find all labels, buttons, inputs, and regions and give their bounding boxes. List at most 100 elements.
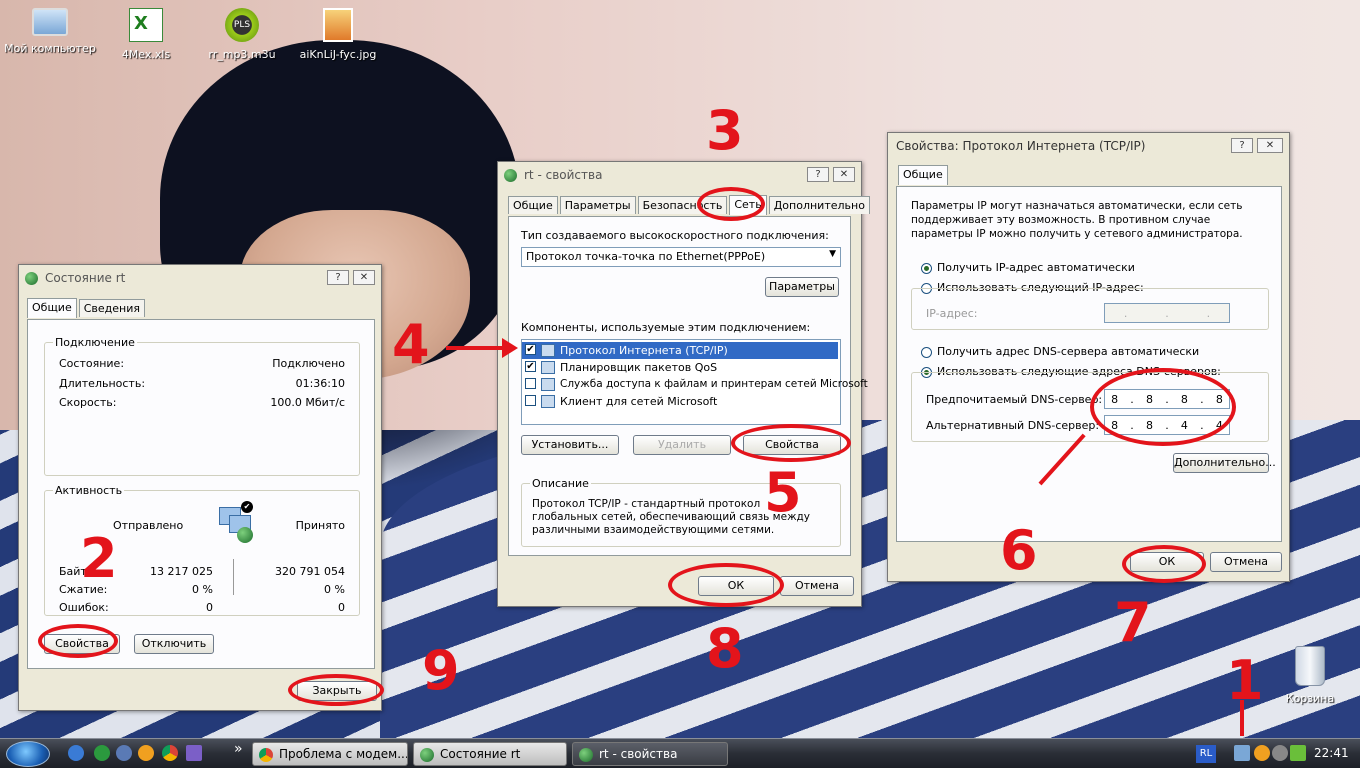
annotation-number-5: 5 xyxy=(764,461,802,524)
annotation-number-9: 9 xyxy=(422,639,460,702)
tab-details[interactable]: Сведения xyxy=(78,299,145,317)
quicklaunch-chrome-icon[interactable] xyxy=(162,745,178,761)
component-checkbox[interactable] xyxy=(525,378,536,389)
desktop-icon-label: aiKnLiJ-fyc.jpg xyxy=(299,48,377,61)
status-window-titlebar[interactable]: Состояние rt ? ✕ xyxy=(19,265,381,291)
bytes-received: 320 791 054 xyxy=(275,565,345,578)
status-panel: Подключение Состояние: Подключено Длител… xyxy=(27,319,375,669)
quicklaunch-vs-icon[interactable] xyxy=(186,745,202,761)
dns-auto-radio[interactable] xyxy=(921,347,932,358)
network-tray-icon[interactable] xyxy=(1234,745,1250,761)
cancel-button[interactable]: Отмена xyxy=(1210,552,1282,572)
taskbar-item-browser[interactable]: Проблема с модем... xyxy=(252,742,408,766)
tab-general[interactable]: Общие xyxy=(898,165,948,185)
help-button[interactable]: ? xyxy=(1231,138,1253,153)
help-button[interactable]: ? xyxy=(327,270,349,285)
ip-address-input[interactable]: ... xyxy=(1104,303,1230,323)
tray-app-icon[interactable] xyxy=(1272,745,1288,761)
network-globe-icon xyxy=(25,272,38,285)
tcpip-info-text: Параметры IP могут назначаться автоматич… xyxy=(911,200,1243,240)
tcpip-window-titlebar[interactable]: Свойства: Протокол Интернета (TCP/IP) ? … xyxy=(888,133,1289,159)
bytes-sent: 13 217 025 xyxy=(150,565,213,578)
tab-advanced[interactable]: Дополнительно xyxy=(768,196,870,214)
desktop-icon-recycle-bin[interactable]: Корзина xyxy=(1260,646,1360,705)
language-indicator[interactable]: RL xyxy=(1196,745,1216,763)
dropdown-arrow-icon: ▼ xyxy=(829,249,836,259)
component-checkbox[interactable]: ✔ xyxy=(525,344,536,355)
list-item[interactable]: Служба доступа к файлам и принтерам сете… xyxy=(522,376,868,393)
close-icon[interactable]: ✕ xyxy=(353,270,375,285)
disconnect-button[interactable]: Отключить xyxy=(134,634,214,654)
clock[interactable]: 22:41 xyxy=(1314,746,1349,760)
desktop-icon-xls[interactable]: X 4Mex.xls xyxy=(96,8,196,61)
status-value: Подключено xyxy=(272,357,345,370)
quicklaunch-avast-icon[interactable] xyxy=(138,745,154,761)
annotation-circle-status-props xyxy=(38,624,118,658)
quicklaunch-app-icon[interactable] xyxy=(116,745,132,761)
help-button[interactable]: ? xyxy=(807,167,829,182)
annotation-circle-tcp-ok xyxy=(1122,545,1206,583)
annotation-circle-network-tab xyxy=(697,187,765,221)
quicklaunch-utorrent-icon[interactable] xyxy=(94,745,110,761)
advanced-button[interactable]: Дополнительно... xyxy=(1173,453,1276,473)
network-globe-icon xyxy=(420,748,434,762)
components-list: ✔ Протокол Интернета (TCP/IP) ✔ Планиров… xyxy=(521,339,868,425)
ip-auto-radio[interactable] xyxy=(921,263,932,274)
connection-type-select[interactable]: Протокол точка-точка по Ethernet(PPPoE) … xyxy=(521,247,841,267)
annotation-number-7: 7 xyxy=(1114,591,1152,654)
component-checkbox[interactable]: ✔ xyxy=(525,361,536,372)
nvidia-tray-icon[interactable] xyxy=(1290,745,1306,761)
tab-general[interactable]: Общие xyxy=(27,298,77,318)
network-globe-icon xyxy=(579,748,593,762)
taskbar-item-status[interactable]: Состояние rt xyxy=(413,742,567,766)
tab-options[interactable]: Параметры xyxy=(559,196,636,214)
window-title: Состояние rt xyxy=(45,271,126,285)
taskbar: » Проблема с модем... Состояние rt rt - … xyxy=(0,738,1360,768)
taskbar-item-properties[interactable]: rt - свойства xyxy=(572,742,728,766)
start-button[interactable] xyxy=(6,741,50,767)
duration-value: 01:36:10 xyxy=(295,377,345,390)
excel-file-icon: X xyxy=(129,8,163,42)
quicklaunch-more-icon[interactable]: » xyxy=(234,741,243,757)
desktop-icon-label: rr_mp3.m3u xyxy=(208,48,276,61)
props-window-titlebar[interactable]: rt - свойства ? ✕ xyxy=(498,162,861,188)
desktop-icon-m3u[interactable]: PLS rr_mp3.m3u xyxy=(192,8,292,61)
avast-tray-icon[interactable] xyxy=(1254,745,1270,761)
install-button[interactable]: Установить... xyxy=(521,435,619,455)
annotation-number-6: 6 xyxy=(1000,519,1038,582)
remove-button[interactable]: Удалить xyxy=(633,435,731,455)
network-globe-icon xyxy=(504,169,517,182)
list-item[interactable]: ✔ Протокол Интернета (TCP/IP) xyxy=(522,342,838,359)
ip-address-group: IP-адрес: ... xyxy=(911,288,1269,330)
list-item[interactable]: ✔ Планировщик пакетов QoS xyxy=(522,359,838,376)
quicklaunch-ie-icon[interactable] xyxy=(68,745,84,761)
recycle-bin-icon xyxy=(1295,646,1325,686)
network-component-icon xyxy=(541,361,555,374)
close-icon[interactable]: ✕ xyxy=(1257,138,1283,153)
chrome-icon xyxy=(259,748,273,762)
network-component-icon xyxy=(541,378,555,391)
desktop-icon-label: Корзина xyxy=(1285,692,1335,705)
component-checkbox[interactable] xyxy=(525,395,536,406)
desktop-icon-label: 4Mex.xls xyxy=(121,48,171,61)
tcpip-properties-window: Свойства: Протокол Интернета (TCP/IP) ? … xyxy=(887,132,1290,582)
annotation-number-1: 1 xyxy=(1226,649,1264,712)
annotation-circle-ok xyxy=(668,563,784,607)
annotation-circle-properties xyxy=(731,424,851,462)
annotation-circle-dns xyxy=(1090,368,1236,446)
annotation-number-2: 2 xyxy=(80,527,118,590)
window-title: Свойства: Протокол Интернета (TCP/IP) xyxy=(896,139,1146,153)
desktop-icon-jpg[interactable]: aiKnLiJ-fyc.jpg xyxy=(288,8,388,61)
desktop-icon-my-computer[interactable]: Мой компьютер xyxy=(0,8,100,55)
playlist-file-icon: PLS xyxy=(225,8,259,42)
close-icon[interactable]: ✕ xyxy=(833,167,855,182)
network-component-icon xyxy=(541,395,555,408)
list-item[interactable]: Клиент для сетей Microsoft xyxy=(522,393,838,410)
network-activity-icon: ✔ xyxy=(215,501,259,545)
tab-general[interactable]: Общие xyxy=(508,196,558,214)
tcpip-general-panel: Параметры IP могут назначаться автоматич… xyxy=(896,186,1282,542)
annotation-arrowhead-4 xyxy=(502,338,518,358)
params-button[interactable]: Параметры xyxy=(765,277,839,297)
image-file-icon xyxy=(323,8,353,42)
cancel-button[interactable]: Отмена xyxy=(780,576,854,596)
